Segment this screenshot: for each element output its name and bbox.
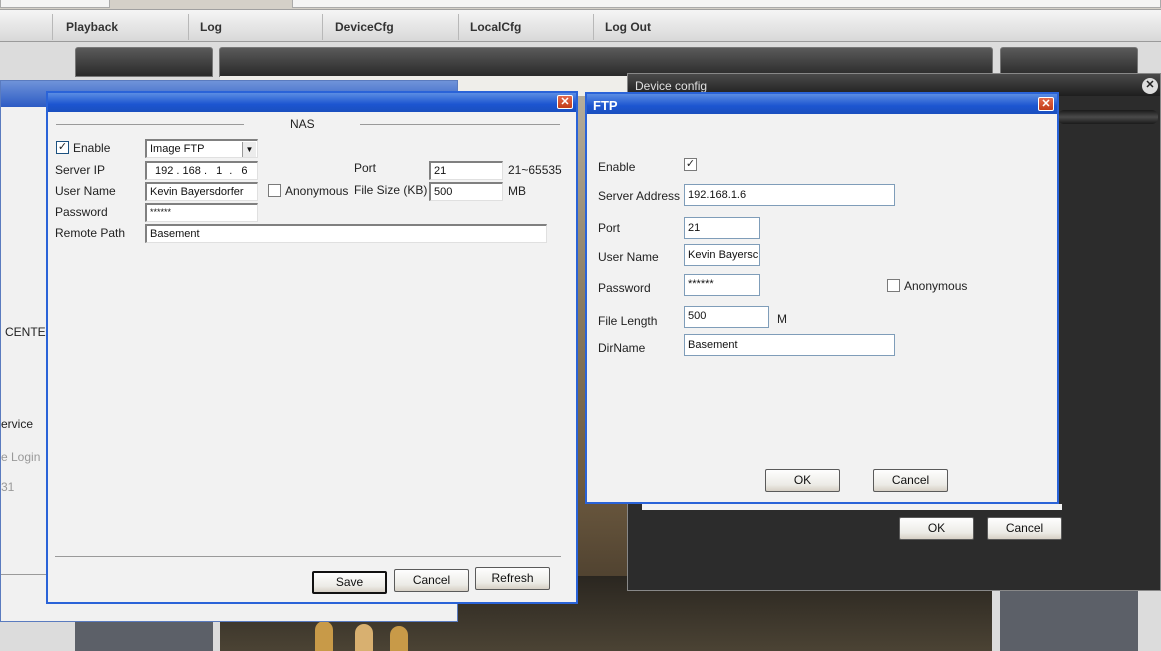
nas-protocol-value: Image FTP — [150, 143, 205, 155]
browser-tab[interactable] — [0, 0, 110, 8]
cancel-button[interactable]: Cancel — [394, 569, 469, 592]
chevron-down-icon[interactable]: ▼ — [242, 142, 256, 157]
remote-path-label: Remote Path — [55, 226, 126, 240]
dirname-field[interactable]: Basement — [684, 334, 895, 356]
menu-separator — [458, 14, 459, 40]
ftp-dialog: FTP ✕ Enable ✓ Server Address 192.168.1.… — [585, 92, 1059, 504]
ip-octet: 6 — [241, 165, 248, 177]
server-address-field[interactable]: 192.168.1.6 — [684, 184, 895, 206]
nas-anonymous-checkbox[interactable] — [268, 184, 281, 197]
config-panel-edge — [642, 504, 1062, 510]
left-panel-header — [75, 47, 213, 77]
file-size-field[interactable]: 500 — [429, 182, 503, 201]
video-guitar — [355, 624, 373, 651]
ftp-password-label: Password — [598, 281, 651, 295]
footer-divider — [55, 556, 561, 557]
close-icon[interactable]: ✕ — [1142, 78, 1158, 94]
server-ip-field[interactable]: 192 . 168 . 1 . 6 — [145, 161, 258, 180]
fragment-text: 31 — [1, 480, 15, 494]
file-size-unit: MB — [508, 184, 526, 198]
divider — [1, 574, 47, 575]
left-panel-body — [75, 620, 213, 651]
video-guitar — [390, 626, 408, 651]
nas-protocol-select[interactable]: Image FTP ▼ — [145, 139, 258, 158]
menu-logout[interactable]: Log Out — [605, 20, 651, 34]
nas-username-field[interactable]: Kevin Bayersdorfer — [145, 182, 258, 201]
ftp-port-label: Port — [598, 221, 621, 235]
menu-separator — [593, 14, 594, 40]
ftp-port-field[interactable]: 21 — [684, 217, 760, 239]
save-button[interactable]: Save — [312, 571, 387, 594]
ftp-enable-checkbox[interactable]: ✓ — [684, 158, 697, 171]
device-config-cancel-button[interactable]: Cancel — [987, 517, 1062, 540]
browser-tab[interactable] — [292, 0, 1161, 8]
nas-dialog-titlebar — [48, 93, 576, 112]
nas-port-label: Port — [354, 161, 377, 175]
nas-password-label: Password — [55, 205, 108, 219]
nas-group-title: NAS — [290, 117, 315, 131]
ip-octet: 168 — [182, 165, 201, 177]
device-config-title: Device config — [635, 79, 708, 93]
ftp-username-label: User Name — [598, 250, 659, 264]
file-length-label: File Length — [598, 314, 658, 328]
menu-separator — [188, 14, 189, 40]
file-size-label: File Size (KB) — [354, 183, 428, 197]
menu-devicecfg[interactable]: DeviceCfg — [335, 20, 394, 34]
group-divider — [360, 124, 560, 125]
main-menu-bar: Playback Log DeviceCfg LocalCfg Log Out — [0, 10, 1161, 42]
group-divider — [56, 124, 244, 125]
ftp-ok-button[interactable]: OK — [765, 469, 840, 492]
fragment-text: e Login — [1, 450, 41, 464]
server-ip-label: Server IP — [55, 163, 106, 177]
fragment-text: ervice — [1, 417, 34, 431]
ftp-enable-label: Enable — [598, 160, 636, 174]
server-address-label: Server Address — [598, 189, 681, 203]
nas-enable-checkbox[interactable]: ✓ — [56, 141, 69, 154]
close-icon[interactable]: ✕ — [557, 95, 573, 109]
menu-separator — [322, 14, 323, 40]
nas-password-field[interactable]: ****** — [145, 203, 258, 222]
refresh-button[interactable]: Refresh — [475, 567, 550, 590]
nas-dialog: ✕ NAS ✓ Enable Image FTP ▼ Server IP 192… — [46, 91, 578, 604]
ftp-username-field[interactable]: Kevin Bayersc — [684, 244, 760, 266]
menu-playback[interactable]: Playback — [66, 20, 118, 34]
right-panel-body — [1000, 590, 1138, 651]
menu-localcfg[interactable]: LocalCfg — [470, 20, 521, 34]
video-guitar — [315, 621, 333, 651]
menu-log[interactable]: Log — [200, 20, 222, 34]
nas-port-range: 21~65535 — [508, 163, 562, 177]
nas-username-label: User Name — [55, 184, 116, 198]
ip-octet: 192 — [155, 165, 174, 177]
remote-path-field[interactable]: Basement — [145, 224, 547, 243]
nas-anonymous-label: Anonymous — [285, 184, 349, 198]
ip-octet: 1 — [216, 165, 223, 177]
close-icon[interactable]: ✕ — [1038, 97, 1054, 111]
ftp-dialog-title: FTP — [593, 98, 618, 113]
nas-enable-label: Enable — [73, 141, 111, 155]
dirname-label: DirName — [598, 341, 646, 355]
ftp-anonymous-label: Anonymous — [904, 279, 968, 293]
file-length-unit: M — [777, 312, 787, 326]
ftp-anonymous-checkbox[interactable] — [887, 279, 900, 292]
device-config-ok-button[interactable]: OK — [899, 517, 974, 540]
menu-separator — [52, 14, 53, 40]
ftp-cancel-button[interactable]: Cancel — [873, 469, 948, 492]
config-tab-strip — [1058, 110, 1158, 124]
ftp-dialog-titlebar: FTP — [587, 94, 1057, 114]
file-length-field[interactable]: 500 — [684, 306, 769, 328]
ftp-password-field[interactable]: ****** — [684, 274, 760, 296]
browser-tabstrip — [0, 0, 1161, 10]
nas-port-field[interactable]: 21 — [429, 161, 503, 180]
